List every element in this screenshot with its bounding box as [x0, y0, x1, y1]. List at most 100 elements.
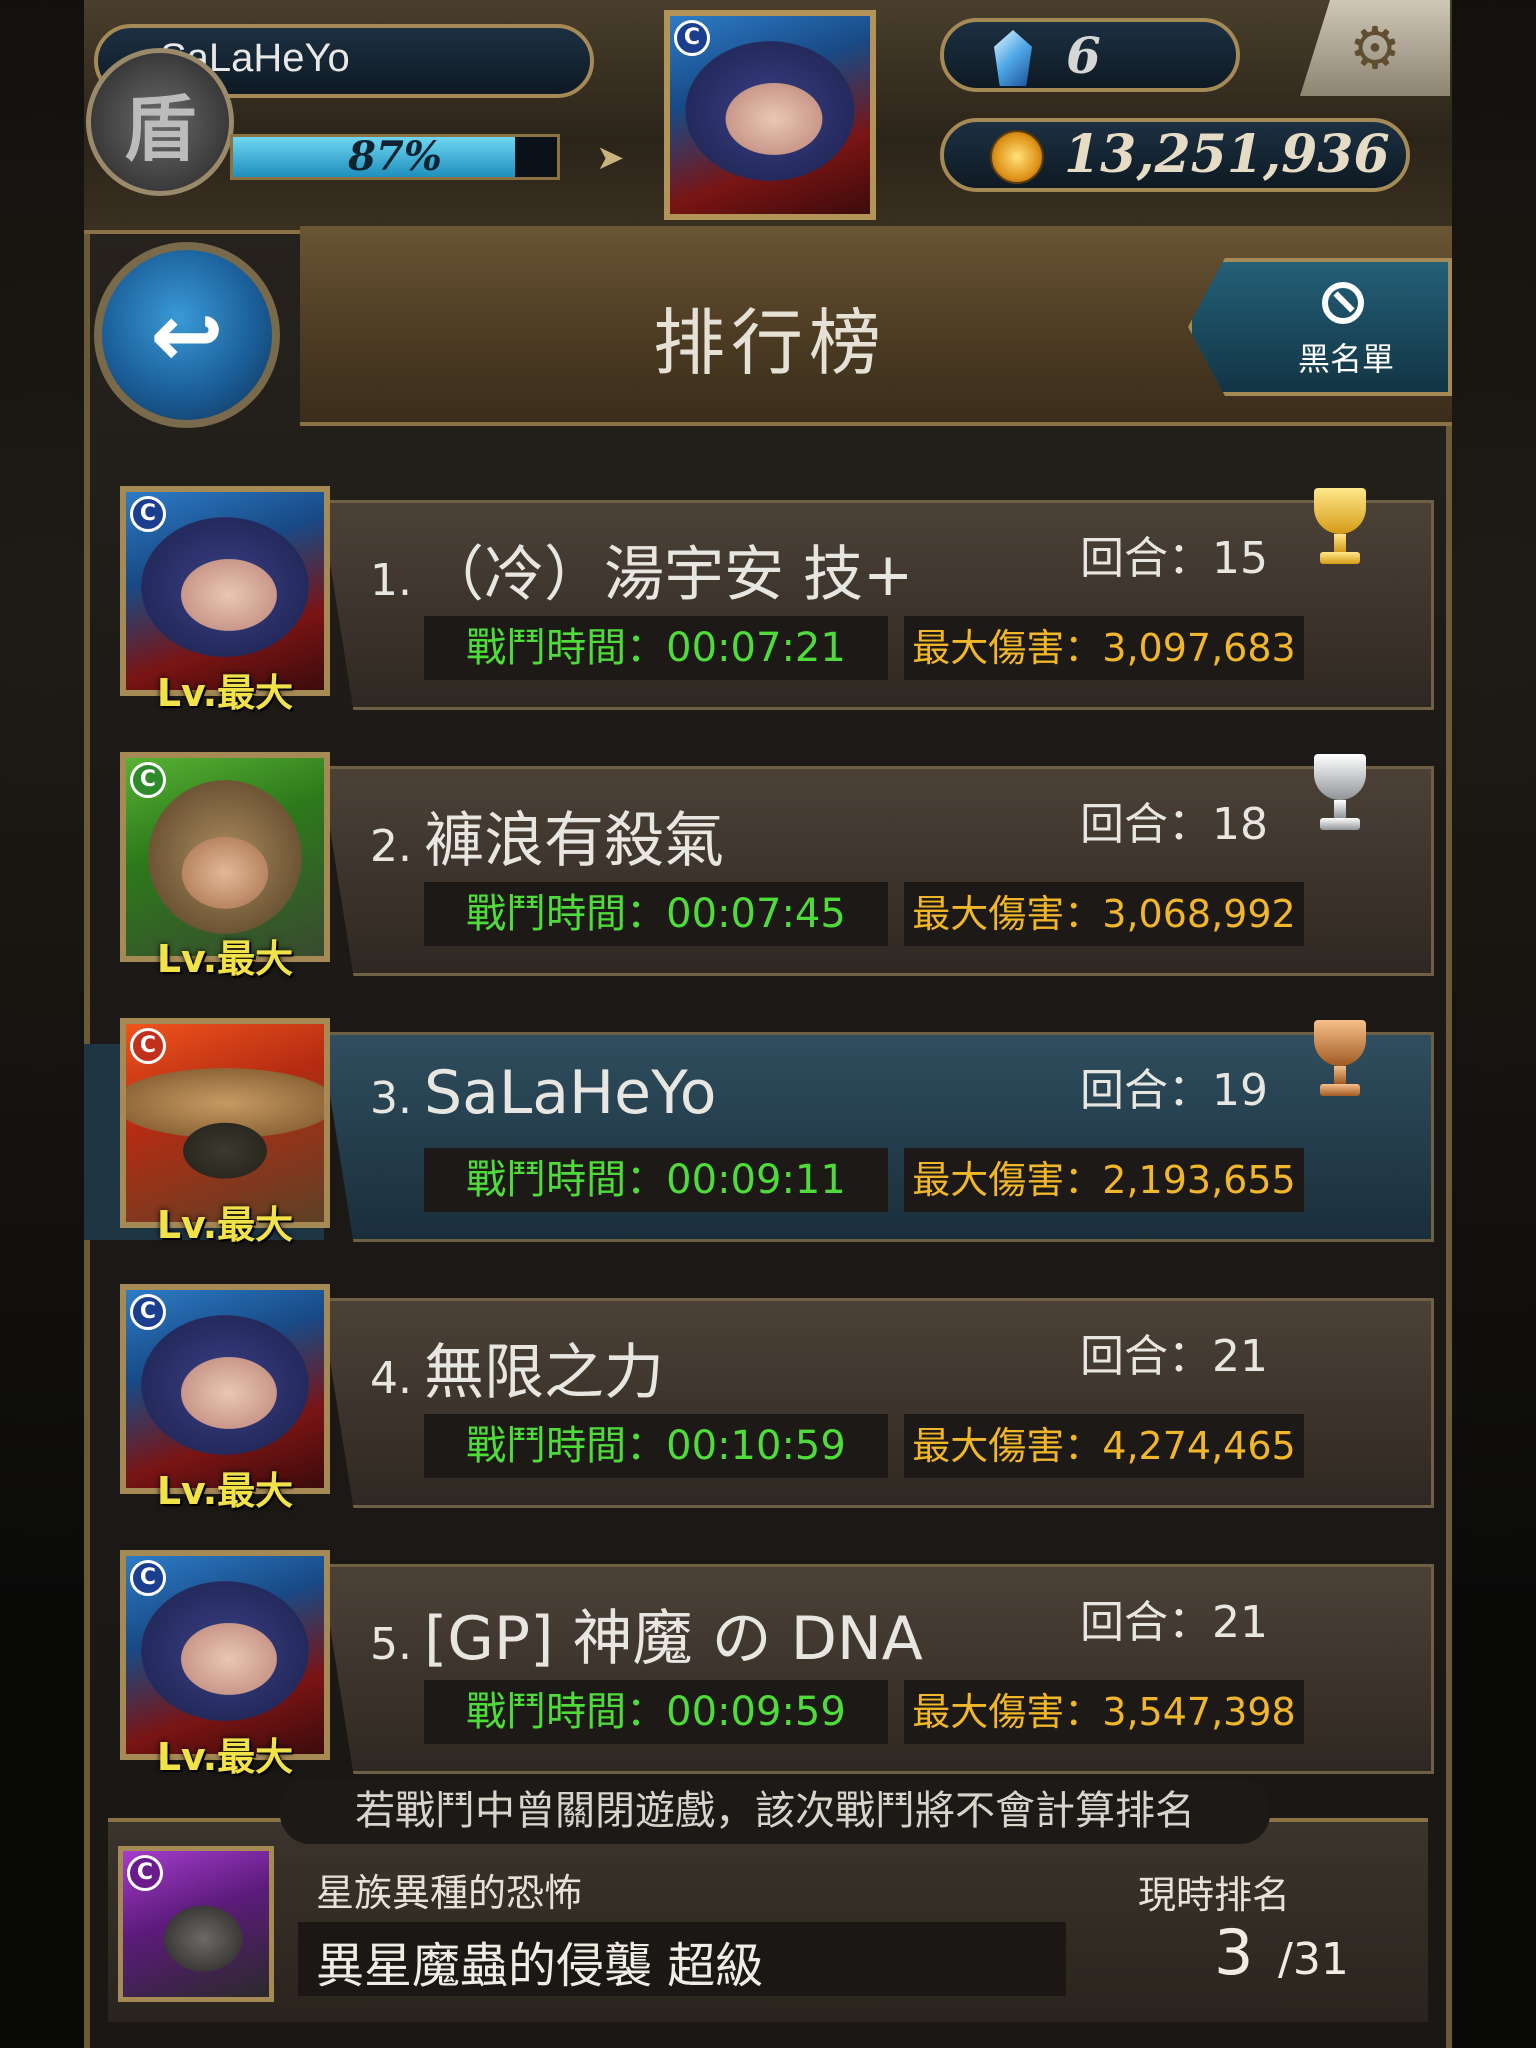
max-damage: 最大傷害：4,274,465	[904, 1414, 1304, 1478]
player-entry: 3. SaLaHeYo	[370, 1058, 716, 1128]
water-element-icon: C	[130, 496, 166, 532]
rank-number: 5.	[370, 1619, 412, 1670]
turns-label: 回合：	[1080, 799, 1212, 850]
player-name: SaLaHeYo	[423, 1058, 717, 1128]
arrow-right-icon: ➤	[596, 138, 625, 178]
level-label: Lv.最大	[156, 1735, 294, 1779]
turns-value: 19	[1212, 1065, 1268, 1116]
max-damage: 最大傷害：3,097,683	[904, 616, 1304, 680]
damage-value: 2,193,655	[1102, 1158, 1296, 1202]
time-label: 戰鬥時間：	[466, 625, 667, 671]
coin-icon	[990, 130, 1044, 184]
turn-count: 回合：21	[1080, 1320, 1268, 1384]
ranking-row-4[interactable]: C Lv.最大 4. 無限之力 回合：21 戰鬥時間：00:10:59 最大傷害：…	[84, 1284, 1434, 1534]
turn-count: 回合：21	[1080, 1586, 1268, 1650]
quest-name: 異星魔蟲的侵襲 超級	[316, 1938, 764, 1994]
total-participants: /31	[1278, 1934, 1349, 1985]
right-ornament	[1446, 0, 1536, 2048]
water-element-icon: C	[130, 1294, 166, 1330]
damage-label: 最大傷害：	[912, 626, 1103, 670]
battle-time: 戰鬥時間：00:07:21	[424, 616, 888, 680]
coin-count: 13,251,936	[1064, 124, 1390, 185]
time-value: 00:07:21	[666, 625, 846, 671]
damage-value: 3,068,992	[1102, 892, 1296, 936]
level-label: Lv.最大	[156, 1203, 294, 1247]
player-entry: 1. （冷）湯宇安 技+	[370, 526, 913, 613]
damage-label: 最大傷害：	[912, 1158, 1103, 1202]
exp-percent: 87%	[348, 133, 442, 180]
time-label: 戰鬥時間：	[466, 1157, 667, 1203]
ranking-row-2[interactable]: C Lv.最大 2. 褲浪有殺氣 回合：18 戰鬥時間：00:07:45 最大傷害…	[84, 752, 1434, 1002]
left-ornament	[0, 0, 90, 2048]
leader-portrait[interactable]: C	[664, 10, 876, 220]
max-damage: 最大傷害：2,193,655	[904, 1148, 1304, 1212]
fire-element-icon: C	[130, 1028, 166, 1064]
back-arrow-icon: ↩	[150, 283, 224, 387]
time-value: 00:09:11	[666, 1157, 846, 1203]
turn-count: 回合：19	[1080, 1054, 1268, 1118]
silver-trophy-icon	[1304, 754, 1376, 838]
time-value: 00:10:59	[666, 1423, 846, 1469]
turns-value: 21	[1212, 1331, 1268, 1382]
player-entry: 4. 無限之力	[370, 1324, 664, 1411]
stage-name: 星族異種的恐怖	[316, 1871, 583, 1915]
player-name: 無限之力	[423, 1338, 664, 1408]
back-button[interactable]: ↩	[94, 242, 280, 428]
max-damage: 最大傷害：3,547,398	[904, 1680, 1304, 1744]
current-rank-label: 現時排名	[1138, 1873, 1291, 1917]
prohibited-icon	[1322, 282, 1364, 324]
dark-element-icon: C	[127, 1855, 163, 1891]
damage-label: 最大傷害：	[912, 1690, 1103, 1734]
turns-value: 21	[1212, 1597, 1268, 1648]
player-entry: 2. 褲浪有殺氣	[370, 792, 724, 879]
player-name: [GP] 神魔 の DNA	[423, 1604, 923, 1674]
rank-number: 1.	[370, 555, 412, 606]
turns-value: 18	[1212, 799, 1268, 850]
ranking-row-3-self[interactable]: C Lv.最大 3. SaLaHeYo 回合：19 戰鬥時間：00:09:11 最…	[84, 1018, 1434, 1268]
turns-label: 回合：	[1080, 533, 1212, 584]
bronze-trophy-icon	[1304, 1020, 1376, 1104]
ranking-row-1[interactable]: C Lv.最大 1. （冷）湯宇安 技+ 回合：15 戰鬥時間：00:07:21 …	[84, 486, 1434, 736]
current-rank-value: 3	[1214, 1916, 1254, 1989]
gem-count: 6	[1066, 26, 1101, 85]
time-label: 戰鬥時間：	[466, 1689, 667, 1735]
player-entry: 5. [GP] 神魔 の DNA	[370, 1590, 923, 1677]
water-element-icon: C	[130, 1560, 166, 1596]
battle-time: 戰鬥時間：00:09:11	[424, 1148, 888, 1212]
ranking-notice: 若戰鬥中曾關閉遊戲，該次戰鬥將不會計算排名	[280, 1778, 1270, 1844]
water-element-icon: C	[674, 20, 710, 56]
page-title: 排行榜	[652, 301, 887, 385]
turns-label: 回合：	[1080, 1597, 1212, 1648]
turn-count: 回合：15	[1080, 522, 1268, 586]
turns-label: 回合：	[1080, 1331, 1212, 1382]
level-label: Lv.最大	[156, 1469, 294, 1513]
damage-value: 4,274,465	[1102, 1424, 1296, 1468]
turn-count: 回合：18	[1080, 788, 1268, 852]
battle-time: 戰鬥時間：00:09:59	[424, 1680, 888, 1744]
player-name: （冷）湯宇安 技+	[423, 540, 914, 610]
level-label: Lv.最大	[156, 937, 294, 981]
gold-trophy-icon	[1304, 488, 1376, 572]
rank-number: 3.	[370, 1073, 412, 1124]
damage-label: 最大傷害：	[912, 892, 1103, 936]
wood-element-icon: C	[130, 762, 166, 798]
rank-number: 2.	[370, 821, 412, 872]
ranking-row-5[interactable]: C Lv.最大 5. [GP] 神魔 の DNA 回合：21 戰鬥時間：00:09…	[84, 1550, 1434, 1800]
turns-value: 15	[1212, 533, 1268, 584]
battle-time: 戰鬥時間：00:10:59	[424, 1414, 888, 1478]
damage-value: 3,547,398	[1102, 1690, 1296, 1734]
time-value: 00:09:59	[666, 1689, 846, 1735]
blacklist-label: 黑名單	[1297, 340, 1394, 378]
turns-label: 回合：	[1080, 1065, 1212, 1116]
level-label: Lv.最大	[156, 671, 294, 715]
battle-time: 戰鬥時間：00:07:45	[424, 882, 888, 946]
player-name: 褲浪有殺氣	[423, 806, 724, 876]
damage-label: 最大傷害：	[912, 1424, 1103, 1468]
time-label: 戰鬥時間：	[466, 891, 667, 937]
rank-badge-icon: 盾	[86, 48, 234, 196]
time-value: 00:07:45	[666, 891, 846, 937]
rank-number: 4.	[370, 1353, 412, 1404]
damage-value: 3,097,683	[1102, 626, 1296, 670]
boss-thumbnail: C	[118, 1846, 274, 2002]
max-damage: 最大傷害：3,068,992	[904, 882, 1304, 946]
